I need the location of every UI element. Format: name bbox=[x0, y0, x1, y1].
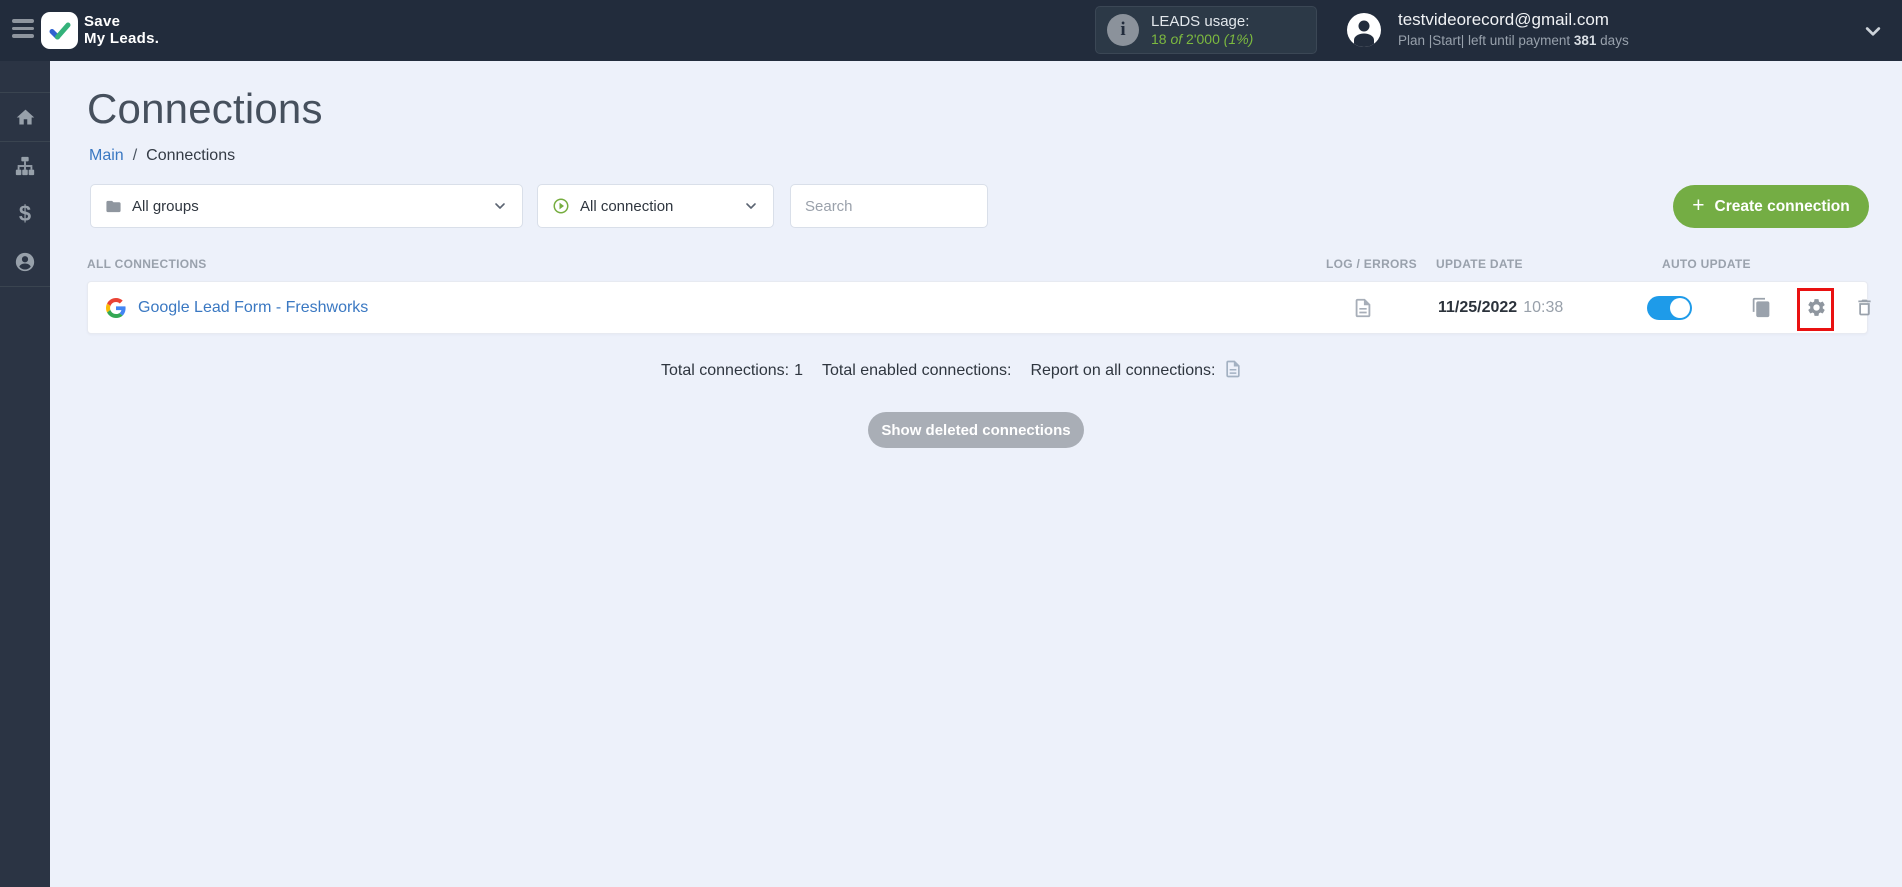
search-box bbox=[790, 184, 988, 228]
copy-connection-button[interactable] bbox=[1751, 297, 1772, 323]
groups-dropdown[interactable]: All groups bbox=[90, 184, 523, 228]
sidebar-item-home[interactable] bbox=[0, 93, 50, 141]
leads-percent: (1%) bbox=[1223, 30, 1254, 47]
brand-name: Save My Leads. bbox=[84, 13, 159, 47]
leads-used: 18 bbox=[1151, 30, 1167, 47]
plan-prefix: Plan |Start| left until payment bbox=[1398, 33, 1571, 48]
settings-connection-button[interactable] bbox=[1806, 297, 1827, 323]
plan-days-word: days bbox=[1600, 33, 1629, 48]
column-header-auto-update: AUTO UPDATE bbox=[1662, 257, 1751, 271]
chevron-down-icon bbox=[746, 203, 756, 209]
update-time-value: 10:38 bbox=[1523, 299, 1564, 316]
plus-icon: + bbox=[1692, 193, 1705, 217]
account-email[interactable]: testvideorecord@gmail.com bbox=[1398, 10, 1609, 30]
create-connection-button[interactable]: + Create connection bbox=[1673, 185, 1869, 228]
hamburger-menu-icon[interactable] bbox=[12, 19, 34, 41]
update-date-cell: 11/25/2022 10:38 bbox=[1438, 299, 1563, 317]
connections-summary: Total connections: 1 Total enabled conne… bbox=[661, 358, 1262, 383]
brand-line2: My Leads. bbox=[84, 30, 160, 47]
connection-row: Google Lead Form - Freshworks 11/25/2022… bbox=[87, 281, 1871, 334]
leads-usage-widget: i LEADS usage: 18 of 2'000 (1%) bbox=[1095, 6, 1317, 54]
connection-type-dropdown[interactable]: All connection bbox=[537, 184, 774, 228]
groups-dropdown-value: All groups bbox=[132, 197, 199, 215]
log-errors-document-icon[interactable] bbox=[1352, 297, 1374, 324]
billing-dollar-icon: $ bbox=[18, 201, 32, 226]
total-connections-value: 1 bbox=[794, 361, 803, 379]
total-enabled-connections: Total enabled connections: bbox=[822, 362, 1011, 380]
show-deleted-connections-button[interactable]: Show deleted connections bbox=[868, 412, 1084, 448]
account-plan-info: Plan |Start| left until payment 381 days bbox=[1398, 33, 1629, 48]
account-chevron-down-icon[interactable] bbox=[1862, 21, 1884, 46]
delete-connection-button[interactable] bbox=[1854, 297, 1875, 323]
connections-tree-icon bbox=[15, 156, 35, 176]
total-connections: Total connections: 1 bbox=[661, 362, 803, 380]
play-circle-icon bbox=[553, 198, 569, 214]
report-document-icon[interactable] bbox=[1223, 359, 1243, 384]
leads-total: 2'000 bbox=[1186, 30, 1220, 47]
report-label: Report on all connections: bbox=[1030, 361, 1216, 379]
create-connection-label: Create connection bbox=[1714, 197, 1850, 215]
toggle-knob bbox=[1670, 298, 1690, 318]
brand-logo[interactable] bbox=[41, 12, 78, 49]
google-icon bbox=[106, 298, 126, 323]
report-all-connections: Report on all connections: bbox=[1030, 358, 1243, 383]
account-user-icon bbox=[15, 252, 35, 272]
breadcrumb-current: Connections bbox=[146, 147, 236, 164]
sidebar-item-connections[interactable] bbox=[0, 142, 50, 190]
leads-of: of bbox=[1170, 30, 1183, 47]
trash-icon bbox=[1858, 299, 1871, 316]
leads-usage-label: LEADS usage: bbox=[1151, 12, 1250, 30]
home-icon bbox=[16, 109, 34, 124]
gear-icon bbox=[1808, 299, 1825, 316]
update-date-value: 11/25/2022 bbox=[1438, 299, 1518, 316]
user-avatar-icon[interactable] bbox=[1347, 13, 1381, 47]
sidebar-item-billing[interactable]: $ bbox=[0, 190, 50, 238]
column-header-log-errors: LOG / ERRORS bbox=[1326, 257, 1417, 271]
app-root: Save My Leads. i LEADS usage: 18 of 2'00… bbox=[0, 0, 1902, 887]
column-header-all-connections: ALL CONNECTIONS bbox=[87, 257, 207, 271]
copy-icon bbox=[1752, 297, 1770, 318]
breadcrumb-separator: / bbox=[132, 147, 138, 164]
folder-icon bbox=[106, 200, 121, 212]
breadcrumb: Main / Connections bbox=[89, 147, 235, 165]
topbar: Save My Leads. i LEADS usage: 18 of 2'00… bbox=[0, 0, 1902, 61]
sidebar-divider bbox=[0, 286, 50, 287]
info-icon: i bbox=[1107, 14, 1139, 46]
connection-name-link[interactable]: Google Lead Form - Freshworks bbox=[138, 299, 368, 317]
search-input[interactable] bbox=[805, 197, 973, 215]
sidebar: $ bbox=[0, 61, 50, 887]
brand-line1: Save bbox=[84, 13, 121, 30]
checkmark-logo-icon bbox=[49, 22, 70, 39]
page-title: Connections bbox=[87, 85, 323, 132]
sidebar-item-account[interactable] bbox=[0, 238, 50, 286]
plan-days: 381 bbox=[1573, 33, 1597, 48]
leads-usage-value: 18 of 2'000 (1%) bbox=[1151, 31, 1253, 48]
column-header-update-date: UPDATE DATE bbox=[1436, 257, 1523, 271]
chevron-down-icon bbox=[495, 203, 505, 209]
total-enabled-label: Total enabled connections: bbox=[821, 361, 1012, 379]
total-connections-label: Total connections: bbox=[661, 361, 790, 379]
breadcrumb-main-link[interactable]: Main bbox=[89, 147, 124, 164]
connection-type-dropdown-value: All connection bbox=[580, 197, 674, 215]
auto-update-toggle[interactable] bbox=[1647, 296, 1692, 320]
